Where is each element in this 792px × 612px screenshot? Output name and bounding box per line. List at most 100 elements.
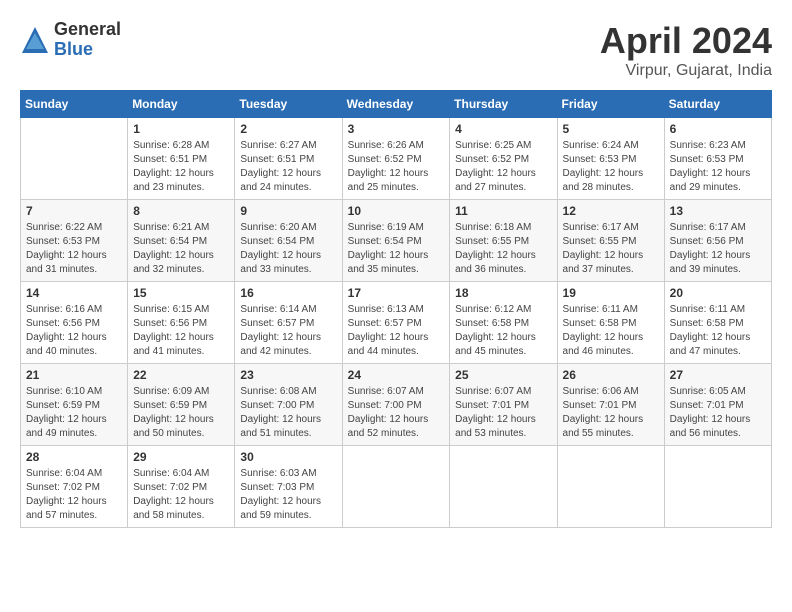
day-number: 24: [348, 368, 445, 382]
day-info: Sunrise: 6:11 AM Sunset: 6:58 PM Dayligh…: [670, 303, 766, 359]
calendar-cell: 30 Sunrise: 6:03 AM Sunset: 7:03 PM Dayli…: [235, 446, 342, 528]
day-info: Sunrise: 6:17 AM Sunset: 6:55 PM Dayligh…: [563, 221, 659, 277]
day-number: 6: [670, 122, 766, 136]
day-number: 2: [240, 122, 336, 136]
calendar-day-header: Thursday: [450, 91, 557, 118]
calendar-cell: 10Sunrise: 6:19 AM Sunset: 6:54 PM Dayli…: [342, 200, 450, 282]
calendar-day-header: Sunday: [21, 91, 128, 118]
calendar-day-header: Wednesday: [342, 91, 450, 118]
logo-text: General Blue: [54, 20, 121, 60]
calendar-cell: 19 Sunrise: 6:11 AM Sunset: 6:58 PM Dayli…: [557, 282, 664, 364]
day-number: 3: [348, 122, 445, 136]
day-info: Sunrise: 6:19 AM Sunset: 6:54 PM Dayligh…: [348, 221, 445, 277]
calendar-cell: 11 Sunrise: 6:18 AM Sunset: 6:55 PM Dayli…: [450, 200, 557, 282]
day-number: 25: [455, 368, 551, 382]
calendar-cell: 20Sunrise: 6:11 AM Sunset: 6:58 PM Dayli…: [664, 282, 771, 364]
day-info: Sunrise: 6:11 AM Sunset: 6:58 PM Dayligh…: [563, 303, 659, 359]
day-info: Sunrise: 6:13 AM Sunset: 6:57 PM Dayligh…: [348, 303, 445, 359]
calendar-week-row: 28 Sunrise: 6:04 AM Sunset: 7:02 PM Dayli…: [21, 446, 772, 528]
calendar-cell: 18 Sunrise: 6:12 AM Sunset: 6:58 PM Dayli…: [450, 282, 557, 364]
calendar-cell: 15 Sunrise: 6:15 AM Sunset: 6:56 PM Dayli…: [128, 282, 235, 364]
calendar-week-row: 14Sunrise: 6:16 AM Sunset: 6:56 PM Dayli…: [21, 282, 772, 364]
calendar-day-header: Monday: [128, 91, 235, 118]
location: Virpur, Gujarat, India: [600, 62, 772, 80]
calendar-header-row: SundayMondayTuesdayWednesdayThursdayFrid…: [21, 91, 772, 118]
calendar-cell: 17Sunrise: 6:13 AM Sunset: 6:57 PM Dayli…: [342, 282, 450, 364]
calendar-cell: 2 Sunrise: 6:27 AM Sunset: 6:51 PM Daylig…: [235, 118, 342, 200]
day-number: 13: [670, 204, 766, 218]
calendar: SundayMondayTuesdayWednesdayThursdayFrid…: [20, 90, 772, 528]
day-number: 12: [563, 204, 659, 218]
day-info: Sunrise: 6:12 AM Sunset: 6:58 PM Dayligh…: [455, 303, 551, 359]
day-info: Sunrise: 6:07 AM Sunset: 7:01 PM Dayligh…: [455, 385, 551, 441]
calendar-cell: 7 Sunrise: 6:22 AM Sunset: 6:53 PM Daylig…: [21, 200, 128, 282]
day-info: Sunrise: 6:16 AM Sunset: 6:56 PM Dayligh…: [26, 303, 122, 359]
day-number: 22: [133, 368, 229, 382]
day-info: Sunrise: 6:26 AM Sunset: 6:52 PM Dayligh…: [348, 139, 445, 195]
day-number: 28: [26, 450, 122, 464]
calendar-cell: [557, 446, 664, 528]
day-number: 15: [133, 286, 229, 300]
logo: General Blue: [20, 20, 121, 60]
calendar-cell: [664, 446, 771, 528]
day-info: Sunrise: 6:22 AM Sunset: 6:53 PM Dayligh…: [26, 221, 122, 277]
calendar-day-header: Tuesday: [235, 91, 342, 118]
day-number: 11: [455, 204, 551, 218]
day-info: Sunrise: 6:03 AM Sunset: 7:03 PM Dayligh…: [240, 467, 336, 523]
day-number: 5: [563, 122, 659, 136]
day-info: Sunrise: 6:09 AM Sunset: 6:59 PM Dayligh…: [133, 385, 229, 441]
day-number: 18: [455, 286, 551, 300]
calendar-cell: 4Sunrise: 6:25 AM Sunset: 6:52 PM Daylig…: [450, 118, 557, 200]
calendar-day-header: Friday: [557, 91, 664, 118]
calendar-cell: 6 Sunrise: 6:23 AM Sunset: 6:53 PM Daylig…: [664, 118, 771, 200]
day-info: Sunrise: 6:21 AM Sunset: 6:54 PM Dayligh…: [133, 221, 229, 277]
calendar-cell: 28 Sunrise: 6:04 AM Sunset: 7:02 PM Dayli…: [21, 446, 128, 528]
day-info: Sunrise: 6:14 AM Sunset: 6:57 PM Dayligh…: [240, 303, 336, 359]
calendar-cell: 25 Sunrise: 6:07 AM Sunset: 7:01 PM Dayli…: [450, 364, 557, 446]
day-info: Sunrise: 6:06 AM Sunset: 7:01 PM Dayligh…: [563, 385, 659, 441]
month-title: April 2024: [600, 20, 772, 62]
calendar-cell: 24Sunrise: 6:07 AM Sunset: 7:00 PM Dayli…: [342, 364, 450, 446]
day-number: 1: [133, 122, 229, 136]
logo-icon: [20, 25, 50, 55]
calendar-cell: 29 Sunrise: 6:04 AM Sunset: 7:02 PM Dayli…: [128, 446, 235, 528]
calendar-cell: [21, 118, 128, 200]
page-header: General Blue April 2024 Virpur, Gujarat,…: [20, 20, 772, 80]
day-info: Sunrise: 6:10 AM Sunset: 6:59 PM Dayligh…: [26, 385, 122, 441]
day-number: 27: [670, 368, 766, 382]
day-number: 4: [455, 122, 551, 136]
day-info: Sunrise: 6:05 AM Sunset: 7:01 PM Dayligh…: [670, 385, 766, 441]
day-info: Sunrise: 6:18 AM Sunset: 6:55 PM Dayligh…: [455, 221, 551, 277]
calendar-cell: 26 Sunrise: 6:06 AM Sunset: 7:01 PM Dayli…: [557, 364, 664, 446]
day-info: Sunrise: 6:04 AM Sunset: 7:02 PM Dayligh…: [26, 467, 122, 523]
calendar-cell: 14Sunrise: 6:16 AM Sunset: 6:56 PM Dayli…: [21, 282, 128, 364]
logo-general: General: [54, 20, 121, 40]
calendar-cell: 5 Sunrise: 6:24 AM Sunset: 6:53 PM Daylig…: [557, 118, 664, 200]
calendar-cell: 13 Sunrise: 6:17 AM Sunset: 6:56 PM Dayli…: [664, 200, 771, 282]
calendar-cell: 22 Sunrise: 6:09 AM Sunset: 6:59 PM Dayli…: [128, 364, 235, 446]
calendar-cell: 16Sunrise: 6:14 AM Sunset: 6:57 PM Dayli…: [235, 282, 342, 364]
day-info: Sunrise: 6:08 AM Sunset: 7:00 PM Dayligh…: [240, 385, 336, 441]
calendar-cell: 3 Sunrise: 6:26 AM Sunset: 6:52 PM Daylig…: [342, 118, 450, 200]
day-info: Sunrise: 6:28 AM Sunset: 6:51 PM Dayligh…: [133, 139, 229, 195]
day-number: 21: [26, 368, 122, 382]
day-info: Sunrise: 6:20 AM Sunset: 6:54 PM Dayligh…: [240, 221, 336, 277]
day-info: Sunrise: 6:04 AM Sunset: 7:02 PM Dayligh…: [133, 467, 229, 523]
day-number: 23: [240, 368, 336, 382]
title-block: April 2024 Virpur, Gujarat, India: [600, 20, 772, 80]
day-info: Sunrise: 6:17 AM Sunset: 6:56 PM Dayligh…: [670, 221, 766, 277]
day-number: 26: [563, 368, 659, 382]
day-info: Sunrise: 6:24 AM Sunset: 6:53 PM Dayligh…: [563, 139, 659, 195]
day-number: 8: [133, 204, 229, 218]
day-number: 7: [26, 204, 122, 218]
calendar-cell: 23 Sunrise: 6:08 AM Sunset: 7:00 PM Dayli…: [235, 364, 342, 446]
day-info: Sunrise: 6:27 AM Sunset: 6:51 PM Dayligh…: [240, 139, 336, 195]
calendar-week-row: 7 Sunrise: 6:22 AM Sunset: 6:53 PM Daylig…: [21, 200, 772, 282]
day-info: Sunrise: 6:15 AM Sunset: 6:56 PM Dayligh…: [133, 303, 229, 359]
day-number: 30: [240, 450, 336, 464]
day-number: 19: [563, 286, 659, 300]
calendar-day-header: Saturday: [664, 91, 771, 118]
day-info: Sunrise: 6:23 AM Sunset: 6:53 PM Dayligh…: [670, 139, 766, 195]
day-number: 29: [133, 450, 229, 464]
calendar-cell: 1 Sunrise: 6:28 AM Sunset: 6:51 PM Daylig…: [128, 118, 235, 200]
